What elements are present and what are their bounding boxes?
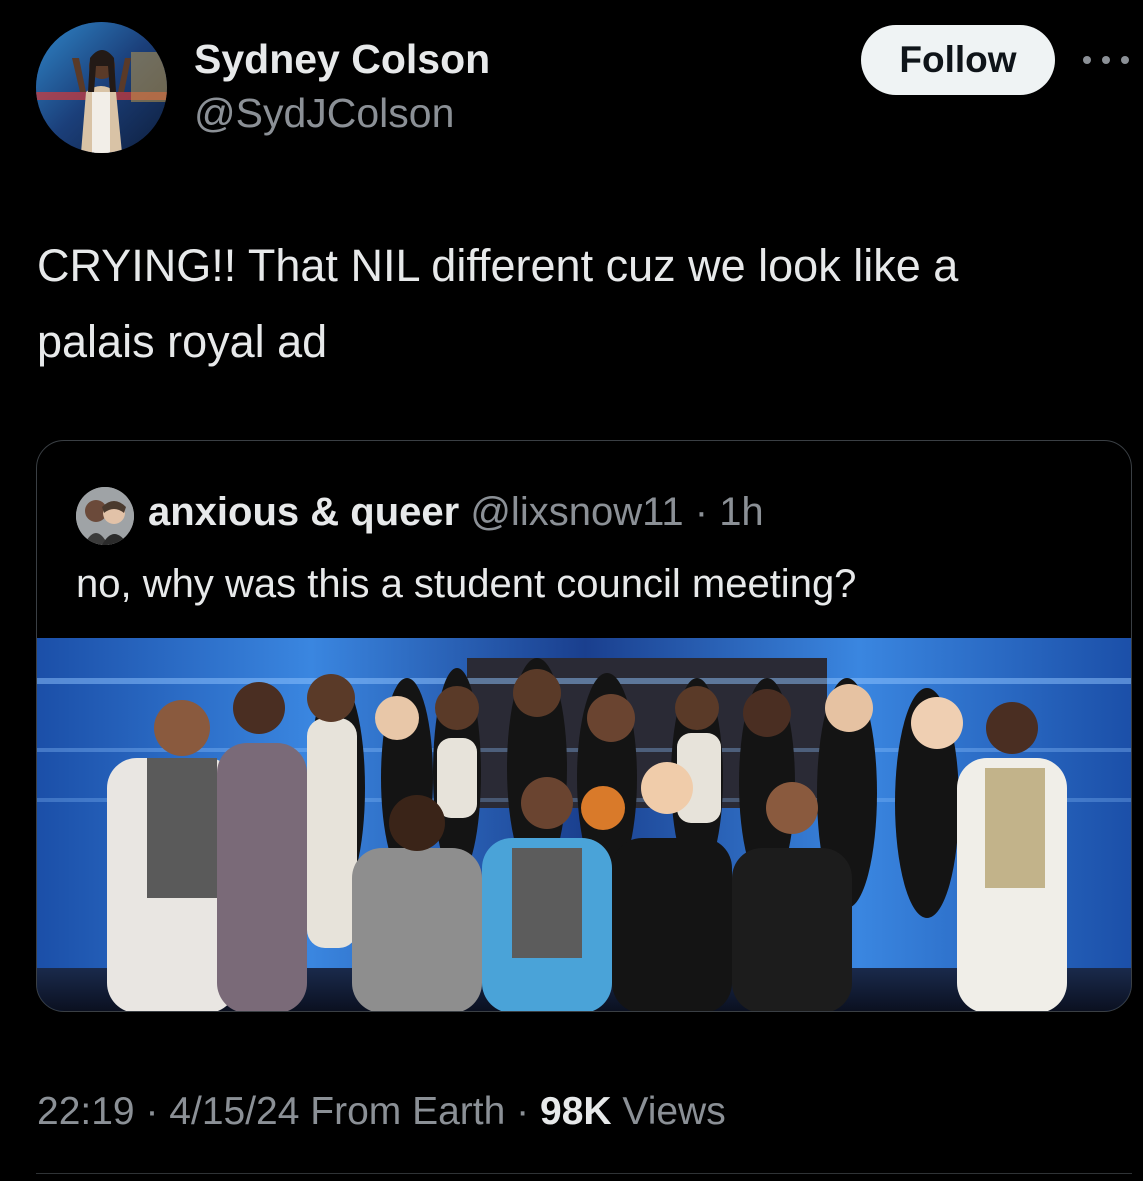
quoted-author-avatar-image [76,487,134,545]
tweet-text-line: palais royal ad [37,316,328,367]
tweet-meta: 22:19 · 4/15/24 From Earth · 98K Views [37,1088,726,1136]
tweet-time[interactable]: 22:19 [37,1090,135,1133]
quoted-tweet-card[interactable]: anxious & queer @lixsnow11 · 1h no, why … [36,440,1132,1012]
quoted-separator-dot: · [694,490,709,534]
more-dot [1102,56,1110,64]
author-avatar[interactable] [36,22,167,153]
views-count[interactable]: 98K [540,1090,612,1133]
quoted-time[interactable]: 1h [719,490,764,534]
quoted-author-handle[interactable]: @lixsnow11 [470,490,683,534]
meta-separator: · [145,1090,159,1133]
quoted-tweet-photo[interactable] [37,638,1131,1011]
group-photo-image [37,638,1131,1011]
quoted-tweet-header: anxious & queer @lixsnow11 · 1h [148,487,764,537]
quoted-author-avatar[interactable] [76,487,134,545]
tweet-text: CRYING!! That NIL different cuz we look … [37,228,1117,380]
more-horizontal-icon[interactable] [1083,48,1129,72]
divider [36,1173,1132,1174]
tweet-source: From Earth [310,1090,506,1133]
author-avatar-image [36,22,167,153]
more-dot [1121,56,1129,64]
quoted-tweet-text: no, why was this a student council meeti… [76,562,857,606]
author-name[interactable]: Sydney Colson [194,36,490,83]
views-label[interactable]: Views [622,1090,725,1133]
follow-button[interactable]: Follow [861,25,1055,95]
more-dot [1083,56,1091,64]
quoted-separator: · [684,490,720,534]
author-handle[interactable]: @SydJColson [194,90,454,137]
meta-separator: · [516,1090,530,1133]
tweet-text-line: CRYING!! That NIL different cuz we look … [37,240,959,291]
quoted-author-name[interactable]: anxious & queer [148,490,459,534]
tweet-date[interactable]: 4/15/24 [169,1090,299,1133]
